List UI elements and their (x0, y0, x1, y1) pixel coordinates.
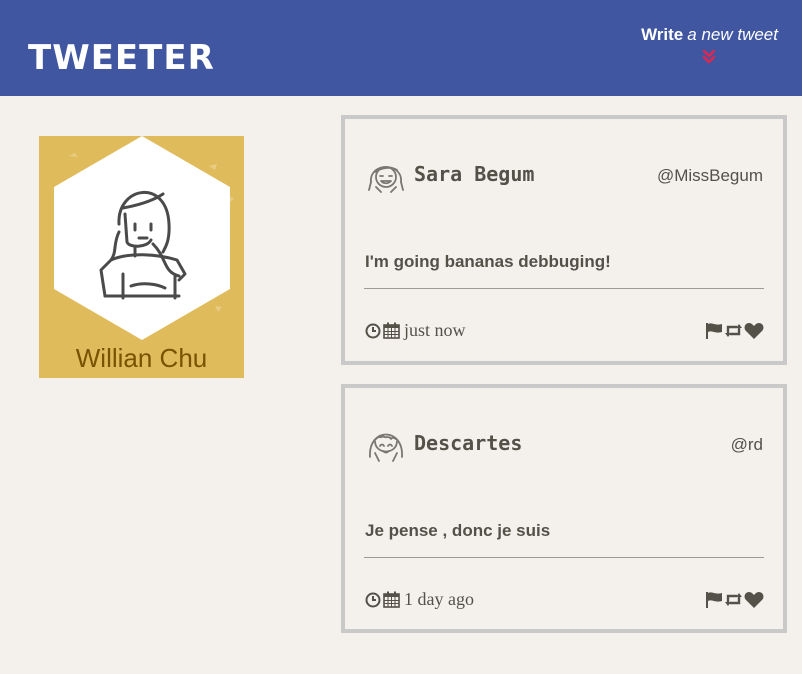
calendar-icon (383, 591, 400, 608)
tweet-text: Je pense , donc je suis (365, 521, 551, 540)
retweet-icon[interactable] (724, 591, 743, 608)
tweet-author-name: Sara Begum (414, 162, 535, 186)
tweet-footer: 1 day ago (365, 588, 764, 610)
tweet-card: Sara Begum @MissBegum I'm going bananas … (341, 115, 787, 365)
compose-label-strong: Write (641, 25, 684, 44)
flag-icon[interactable] (705, 591, 723, 608)
tweet-card: Descartes @rd Je pense , donc je suis 1 … (341, 384, 787, 633)
tweet-footer: just now (365, 319, 764, 341)
profile-name: Willian Chu (75, 343, 208, 373)
clock-icon (365, 592, 381, 607)
tweet-timestamp: just now (404, 320, 466, 340)
flag-icon[interactable] (705, 322, 723, 339)
user-avatar-icon (368, 166, 404, 193)
tweet-text: I'm going bananas debbuging! (365, 252, 611, 271)
tweet-author-handle: @MissBegum (656, 166, 763, 185)
tweet-divider (364, 557, 764, 558)
clock-icon (365, 323, 381, 338)
calendar-icon (383, 322, 400, 339)
compose-label[interactable]: Write a new tweet (641, 24, 778, 46)
user-avatar-icon (369, 433, 403, 462)
timestamp-icons (365, 591, 400, 608)
compose-label-em: a new tweet (687, 25, 778, 44)
navbar: TWEETER Write a new tweet (0, 0, 802, 96)
retweet-icon[interactable] (724, 322, 743, 339)
tweet-actions (705, 322, 764, 339)
tweet-timestamp: 1 day ago (404, 589, 474, 609)
heart-icon[interactable] (744, 322, 764, 339)
tweet-author-name: Descartes (414, 431, 523, 455)
compose-tweet-button[interactable]: Write a new tweet (628, 24, 778, 68)
double-chevron-down-icon[interactable] (701, 49, 717, 65)
heart-icon[interactable] (744, 591, 764, 608)
tweet-author-handle: @rd (730, 435, 763, 454)
profile-card: Willian Chu (39, 136, 244, 378)
tweet-actions (705, 591, 764, 608)
timestamp-icons (365, 322, 400, 339)
brand-logo[interactable]: TWEETER (28, 36, 215, 80)
tweet-divider (364, 288, 764, 289)
